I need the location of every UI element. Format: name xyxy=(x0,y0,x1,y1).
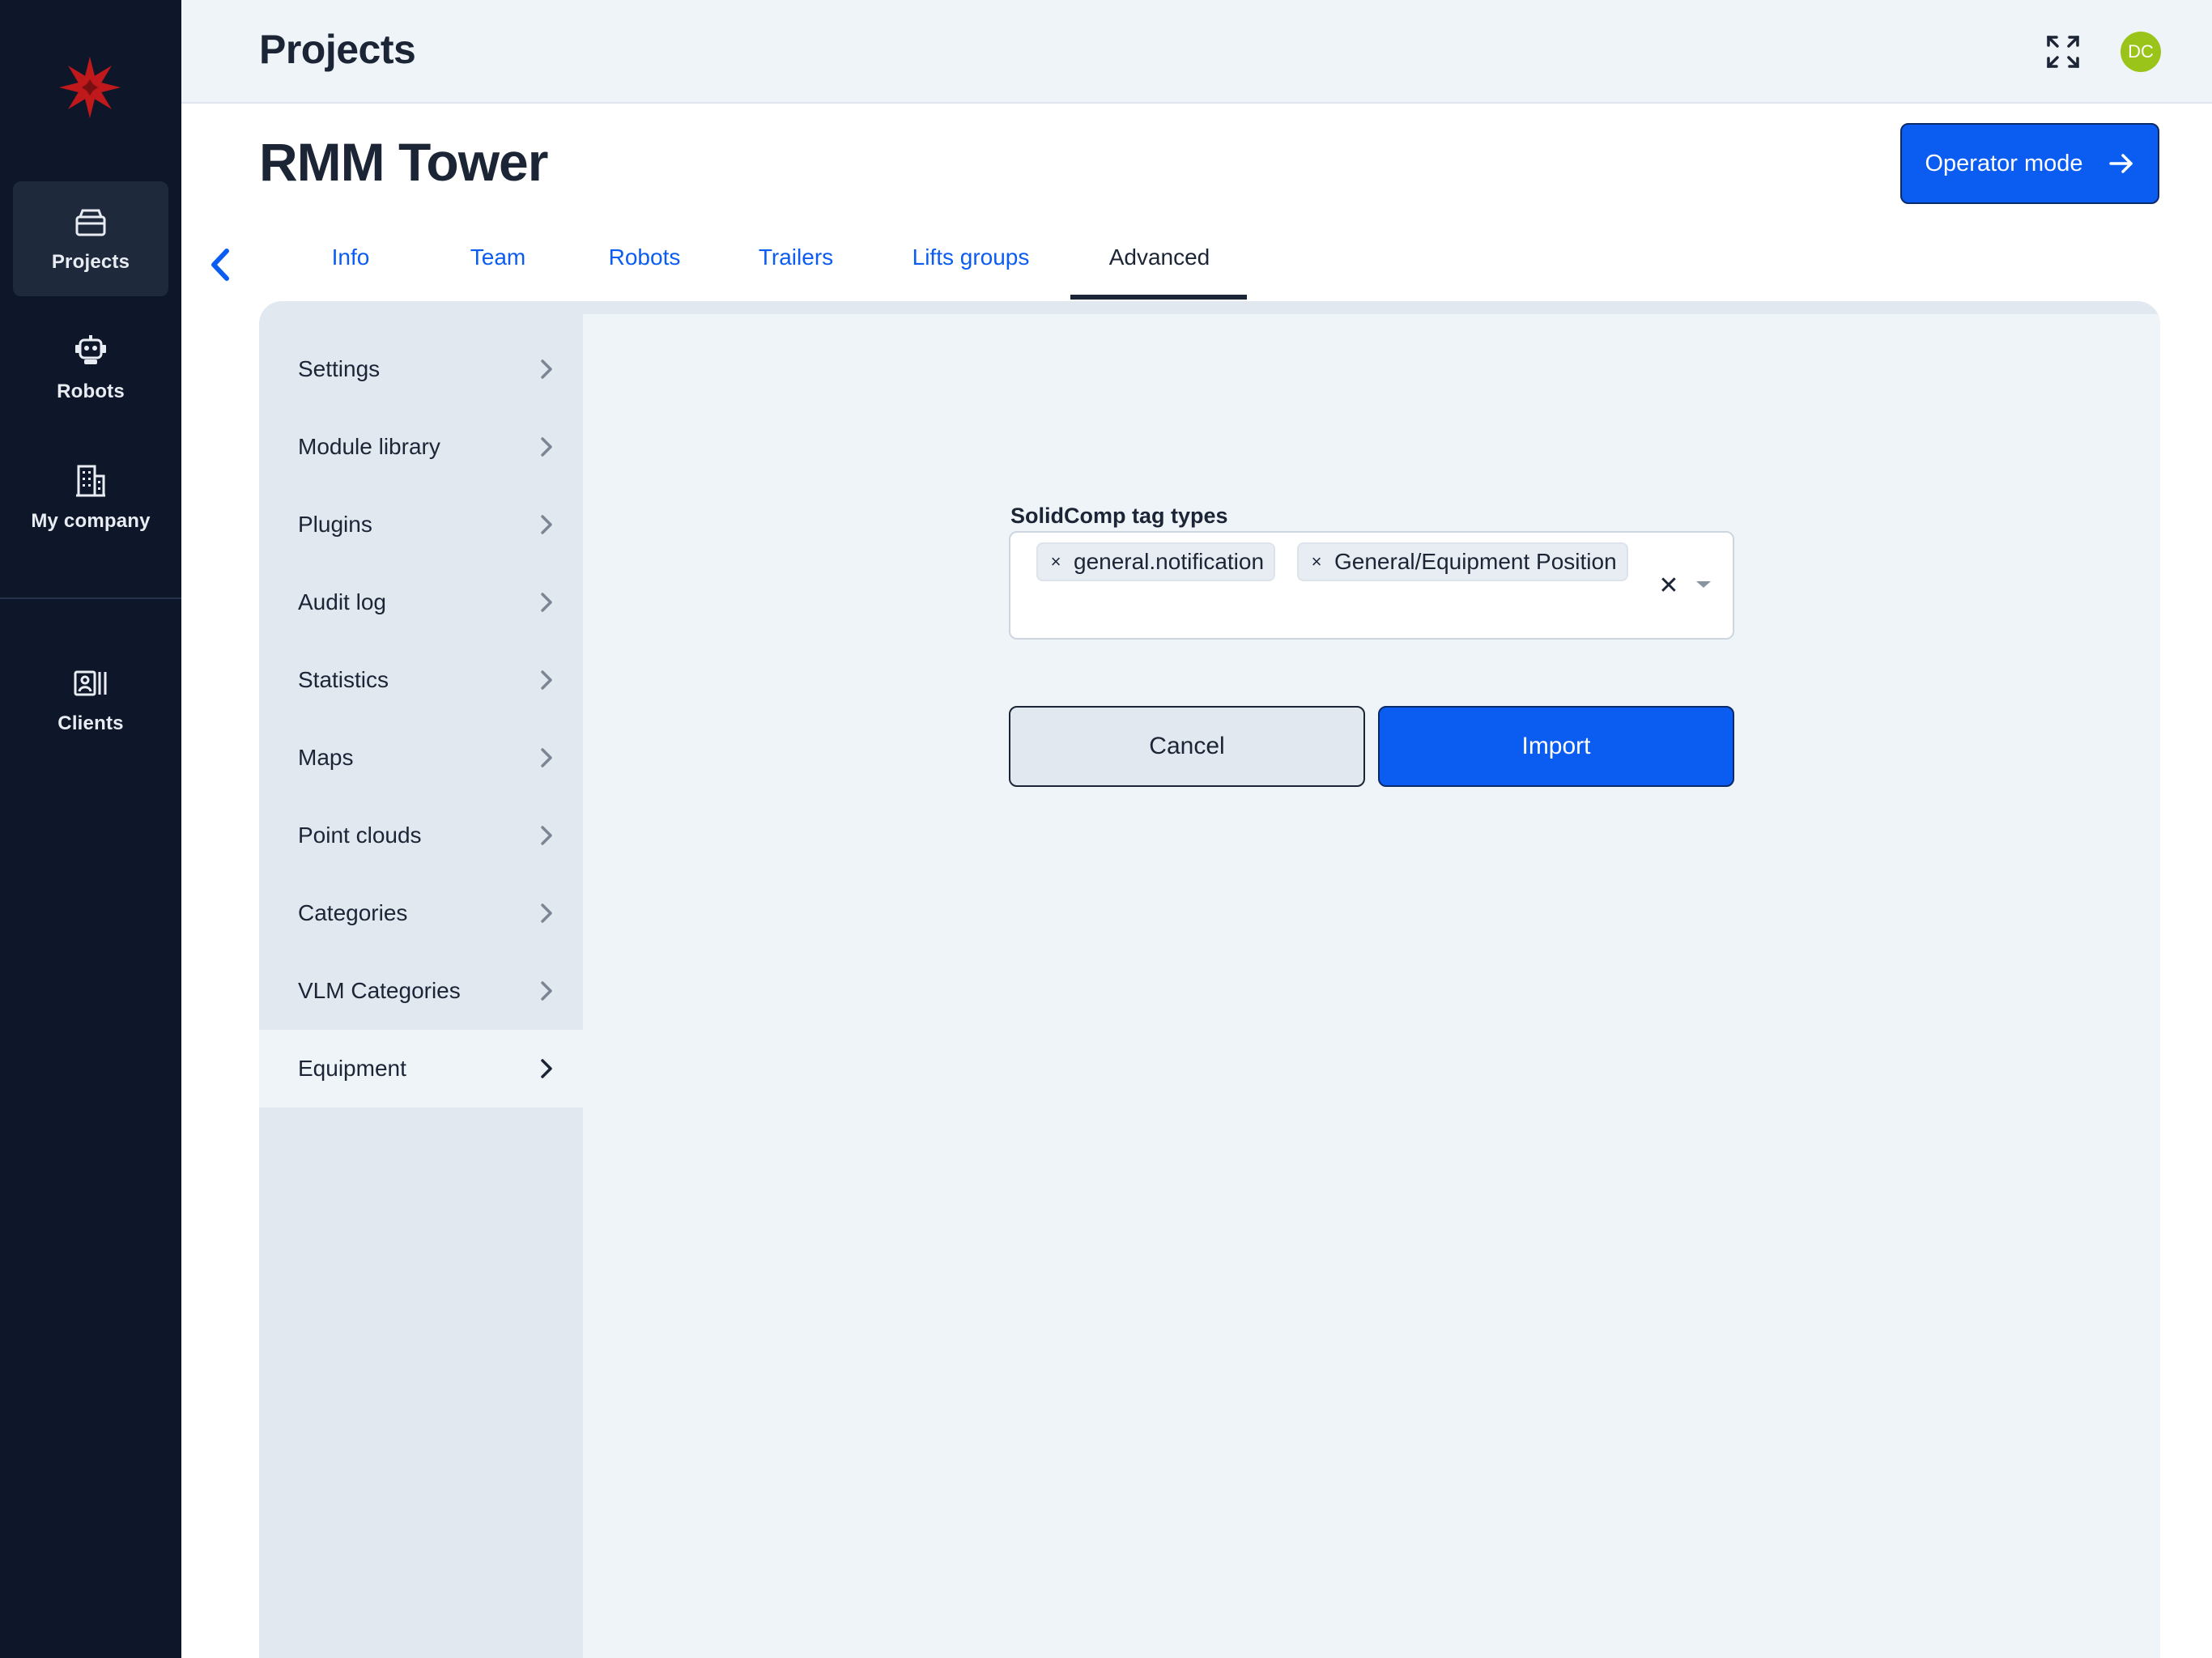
projects-icon xyxy=(75,209,106,236)
chevron-right-icon xyxy=(541,748,552,767)
chevron-right-icon xyxy=(541,593,552,612)
tag-chip: × General/Equipment Position xyxy=(1297,542,1628,581)
nav-item-projects[interactable]: Projects xyxy=(13,181,168,296)
clear-all-icon[interactable]: ✕ xyxy=(1657,572,1681,599)
robot-icon xyxy=(75,335,106,364)
menu-item-label: Plugins xyxy=(298,512,372,537)
menu-item-audit-log[interactable]: Audit log xyxy=(259,563,583,641)
import-button[interactable]: Import xyxy=(1378,706,1734,787)
chevron-right-icon xyxy=(541,437,552,457)
nav-divider xyxy=(0,597,181,599)
chevron-right-icon xyxy=(541,903,552,923)
menu-item-label: Audit log xyxy=(298,589,386,614)
operator-mode-button[interactable]: Operator mode xyxy=(1900,123,2159,204)
fullscreen-icon[interactable] xyxy=(2044,32,2082,71)
left-nav-rail: Projects Robots My company Clients xyxy=(0,0,181,1658)
chevron-right-icon xyxy=(541,515,552,534)
company-logo xyxy=(59,57,121,118)
equipment-content: SolidComp tag types × general.notificati… xyxy=(583,314,2160,1658)
nav-item-my-company[interactable]: My company xyxy=(13,440,168,555)
chevron-right-icon xyxy=(541,359,552,379)
menu-item-plugins[interactable]: Plugins xyxy=(259,486,583,563)
nav-item-label: Robots xyxy=(57,380,125,402)
clients-icon xyxy=(74,670,107,696)
chevron-right-icon xyxy=(541,1059,552,1078)
advanced-panel: Settings Module library Plugins Audit lo… xyxy=(259,301,2160,1658)
menu-item-categories[interactable]: Categories xyxy=(259,874,583,952)
chevron-right-icon xyxy=(541,826,552,845)
tag-types-label: SolidComp tag types xyxy=(1010,504,1228,528)
tab-info[interactable]: Info xyxy=(314,244,387,301)
remove-tag-icon[interactable]: × xyxy=(1038,544,1074,580)
nav-item-robots[interactable]: Robots xyxy=(13,311,168,426)
tag-types-multiselect[interactable]: × general.notification × General/Equipme… xyxy=(1009,531,1734,640)
chevron-right-icon xyxy=(541,670,552,690)
tab-robots[interactable]: Robots xyxy=(604,244,685,301)
operator-mode-label: Operator mode xyxy=(1925,150,2083,176)
menu-item-label: Settings xyxy=(298,356,381,381)
menu-item-label: Maps xyxy=(298,745,354,770)
nav-item-label: Projects xyxy=(51,251,130,273)
menu-item-module-library[interactable]: Module library xyxy=(259,408,583,486)
building-icon xyxy=(76,465,105,497)
menu-item-statistics[interactable]: Statistics xyxy=(259,641,583,719)
tab-team[interactable]: Team xyxy=(455,244,541,301)
tab-trailers[interactable]: Trailers xyxy=(751,244,840,301)
nav-item-clients[interactable]: Clients xyxy=(13,643,168,758)
menu-item-vlm-categories[interactable]: VLM Categories xyxy=(259,952,583,1030)
menu-item-label: Equipment xyxy=(298,1056,406,1081)
menu-item-maps[interactable]: Maps xyxy=(259,719,583,797)
menu-item-point-clouds[interactable]: Point clouds xyxy=(259,797,583,874)
chevron-left-icon[interactable] xyxy=(204,244,236,285)
menu-item-label: Categories xyxy=(298,900,408,925)
tab-advanced[interactable]: Advanced xyxy=(1095,244,1224,301)
menu-item-label: Module library xyxy=(298,434,440,459)
page-title: RMM Tower xyxy=(259,132,548,192)
chevron-right-icon xyxy=(541,981,552,1001)
user-avatar[interactable]: DC xyxy=(2121,32,2161,72)
top-bar: Projects DC xyxy=(181,0,2212,104)
menu-item-label: VLM Categories xyxy=(298,978,461,1003)
menu-item-settings[interactable]: Settings xyxy=(259,330,583,408)
arrow-right-icon xyxy=(2108,154,2133,173)
tag-chip: × general.notification xyxy=(1036,542,1276,581)
menu-item-equipment[interactable]: Equipment xyxy=(259,1030,583,1107)
caret-down-icon[interactable] xyxy=(1694,575,1713,594)
remove-tag-icon[interactable]: × xyxy=(1299,544,1334,580)
section-title: Projects xyxy=(259,27,416,72)
tag-chip-label: general.notification xyxy=(1074,549,1265,574)
menu-item-label: Point clouds xyxy=(298,823,422,848)
nav-item-label: My company xyxy=(31,510,151,532)
active-tab-indicator xyxy=(1070,295,1247,300)
cancel-button[interactable]: Cancel xyxy=(1009,706,1365,787)
menu-item-label: Statistics xyxy=(298,667,389,692)
nav-item-label: Clients xyxy=(57,712,124,734)
advanced-side-menu: Settings Module library Plugins Audit lo… xyxy=(259,330,583,1107)
tab-lifts-groups[interactable]: Lifts groups xyxy=(904,244,1038,301)
tag-chip-label: General/Equipment Position xyxy=(1334,549,1617,574)
